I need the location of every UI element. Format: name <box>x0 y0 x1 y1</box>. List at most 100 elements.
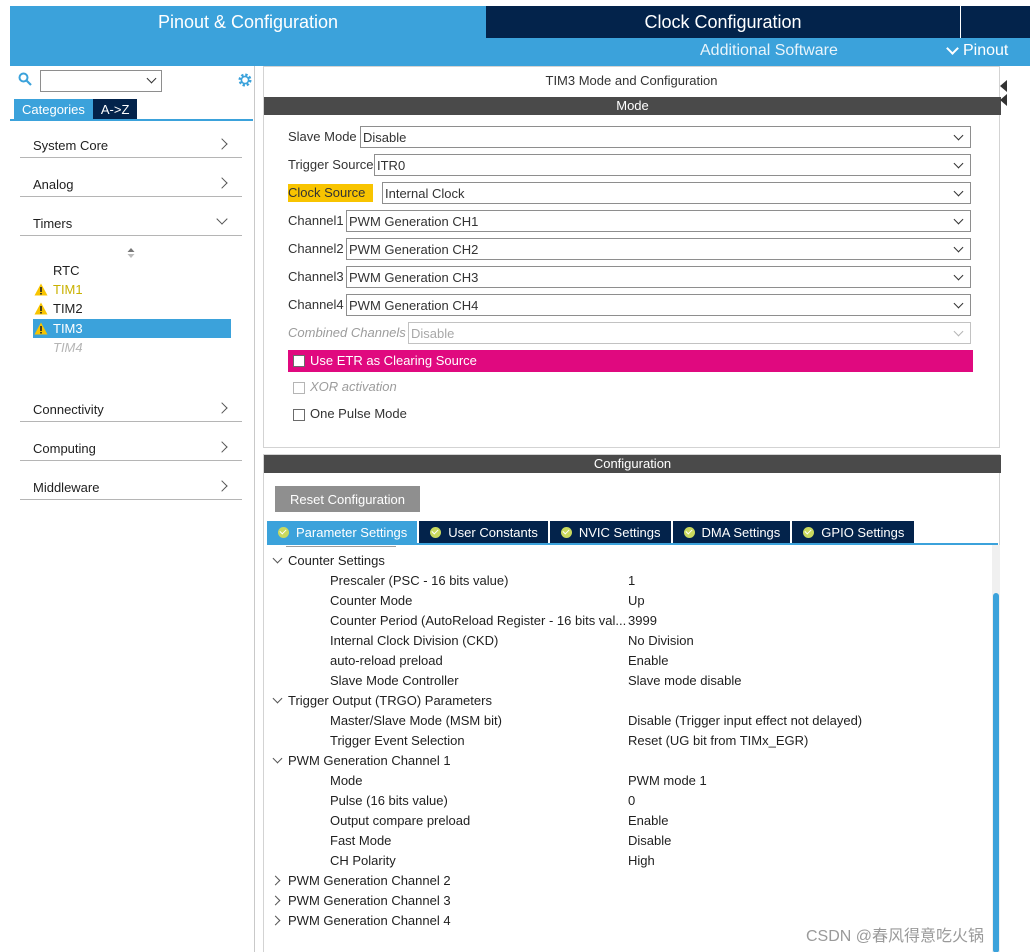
configuration-panel: Configuration Reset Configuration Parame… <box>263 454 1001 952</box>
tab-clock-configuration[interactable]: Clock Configuration <box>486 6 960 38</box>
param-row[interactable]: Prescaler (PSC - 16 bits value) 1 <box>264 571 990 591</box>
etr-clearing-checkbox[interactable] <box>293 355 305 367</box>
search-icon[interactable] <box>18 72 32 86</box>
param-row[interactable]: auto-reload preload Enable <box>264 651 990 671</box>
group-pwm-channel-1[interactable]: PWM Generation Channel 1 <box>264 751 990 771</box>
param-value[interactable]: PWM mode 1 <box>628 773 707 788</box>
param-value[interactable]: Enable <box>628 813 668 828</box>
chevron-down-icon[interactable] <box>272 693 283 704</box>
category-timers[interactable]: Timers <box>20 212 242 236</box>
chevron-right-icon <box>216 138 228 150</box>
clock-source-select[interactable]: Internal Clock <box>382 182 971 204</box>
param-value[interactable]: Reset (UG bit from TIMx_EGR) <box>628 733 808 748</box>
check-circle-icon <box>560 526 572 538</box>
trigger-source-value: ITR0 <box>377 158 406 173</box>
slave-mode-select[interactable]: Disable <box>360 126 971 148</box>
arrow-left-icon[interactable] <box>1000 94 1007 106</box>
param-name: auto-reload preload <box>330 653 443 668</box>
param-row[interactable]: Output compare preload Enable <box>264 811 990 831</box>
arrow-left-icon[interactable] <box>1000 80 1007 92</box>
tab-dma-settings[interactable]: DMA Settings <box>672 521 791 543</box>
timer-tim1[interactable]: TIM1 <box>33 280 231 299</box>
group-pwm-channel-2[interactable]: PWM Generation Channel 2 <box>264 871 990 891</box>
search-input[interactable] <box>40 70 162 92</box>
search-row <box>16 70 252 92</box>
pinout-menu-button[interactable]: Pinout <box>946 42 1009 60</box>
scrollbar-thumb[interactable] <box>993 593 999 952</box>
param-row[interactable]: Internal Clock Division (CKD) No Divisio… <box>264 631 990 651</box>
tab-project-manager[interactable] <box>961 6 1030 38</box>
timer-tim2[interactable]: TIM2 <box>33 299 231 318</box>
param-value[interactable]: Disable (Trigger input effect not delaye… <box>628 713 862 728</box>
category-analog[interactable]: Analog <box>20 173 242 197</box>
warning-icon <box>34 302 48 315</box>
param-value[interactable]: Disable <box>628 833 671 848</box>
param-row[interactable]: CH Polarity High <box>264 851 990 871</box>
chevron-down-icon[interactable] <box>146 73 157 84</box>
param-row[interactable]: Trigger Event Selection Reset (UG bit fr… <box>264 731 990 751</box>
channel1-select[interactable]: PWM Generation CH1 <box>346 210 971 232</box>
param-value[interactable]: Slave mode disable <box>628 673 741 688</box>
parameter-scrollbar[interactable] <box>992 545 1000 952</box>
param-value[interactable]: Enable <box>628 653 668 668</box>
group-counter-settings[interactable]: Counter Settings <box>264 551 990 571</box>
chevron-right-icon[interactable] <box>270 915 281 926</box>
group-pwm-channel-3[interactable]: PWM Generation Channel 3 <box>264 891 990 911</box>
chevron-right-icon <box>216 402 228 414</box>
reset-configuration-button[interactable]: Reset Configuration <box>275 486 420 512</box>
one-pulse-mode-checkbox[interactable] <box>293 409 305 421</box>
param-value[interactable]: 1 <box>628 573 635 588</box>
param-row[interactable]: Slave Mode Controller Slave mode disable <box>264 671 990 691</box>
tab-parameter-settings[interactable]: Parameter Settings <box>267 521 418 543</box>
panel-scroll-arrows[interactable] <box>1000 80 1008 108</box>
slave-mode-row: Slave Mode Disable <box>288 126 973 148</box>
param-value[interactable]: 3999 <box>628 613 657 628</box>
chevron-down-icon[interactable] <box>272 753 283 764</box>
mode-panel: TIM3 Mode and Configuration Mode Slave M… <box>263 66 1001 448</box>
timer-tim4[interactable]: TIM4 <box>33 338 231 357</box>
timer-rtc[interactable]: RTC <box>33 261 231 280</box>
tab-user-constants[interactable]: User Constants <box>419 521 548 543</box>
param-value[interactable]: Up <box>628 593 645 608</box>
pinout-menu-label: Pinout <box>963 42 1009 59</box>
tab-nvic-settings[interactable]: NVIC Settings <box>549 521 671 543</box>
channel3-select[interactable]: PWM Generation CH3 <box>346 266 971 288</box>
category-tabs: Categories A->Z <box>14 99 138 119</box>
timer-label: TIM4 <box>53 340 83 355</box>
gear-icon[interactable] <box>236 71 254 89</box>
parameter-tree: Counter Settings Prescaler (PSC - 16 bit… <box>264 551 990 952</box>
additional-software-button[interactable]: Additional Software <box>700 42 838 60</box>
group-trgo-parameters[interactable]: Trigger Output (TRGO) Parameters <box>264 691 990 711</box>
param-value[interactable]: 0 <box>628 793 635 808</box>
param-row[interactable]: Counter Mode Up <box>264 591 990 611</box>
param-row[interactable]: Pulse (16 bits value) 0 <box>264 791 990 811</box>
tab-a-z[interactable]: A->Z <box>92 99 138 119</box>
chevron-right-icon[interactable] <box>270 895 281 906</box>
category-system-core[interactable]: System Core <box>20 134 242 158</box>
channel1-label: Channel1 <box>288 213 344 228</box>
channel4-select[interactable]: PWM Generation CH4 <box>346 294 971 316</box>
category-connectivity[interactable]: Connectivity <box>20 398 242 422</box>
tab-pinout-configuration[interactable]: Pinout & Configuration <box>10 6 486 38</box>
param-row[interactable]: Master/Slave Mode (MSM bit) Disable (Tri… <box>264 711 990 731</box>
param-name: Slave Mode Controller <box>330 673 459 688</box>
trigger-source-label: Trigger Source <box>288 157 374 172</box>
category-middleware[interactable]: Middleware <box>20 476 242 500</box>
chevron-right-icon <box>216 177 228 189</box>
param-row[interactable]: Mode PWM mode 1 <box>264 771 990 791</box>
category-computing[interactable]: Computing <box>20 437 242 461</box>
timer-tim3[interactable]: TIM3 <box>33 319 231 338</box>
param-value[interactable]: High <box>628 853 655 868</box>
chevron-down-icon[interactable] <box>272 553 283 564</box>
tab-categories[interactable]: Categories <box>14 99 93 119</box>
sort-icon[interactable] <box>126 247 136 259</box>
etr-clearing-row[interactable]: Use ETR as Clearing Source <box>288 350 973 372</box>
tab-gpio-settings[interactable]: GPIO Settings <box>792 521 915 543</box>
channel2-select[interactable]: PWM Generation CH2 <box>346 238 971 260</box>
param-value[interactable]: No Division <box>628 633 694 648</box>
trigger-source-select[interactable]: ITR0 <box>374 154 971 176</box>
param-row[interactable]: Counter Period (AutoReload Register - 16… <box>264 611 990 631</box>
param-row[interactable]: Fast Mode Disable <box>264 831 990 851</box>
tab-underline <box>10 119 253 121</box>
chevron-right-icon[interactable] <box>270 875 281 886</box>
